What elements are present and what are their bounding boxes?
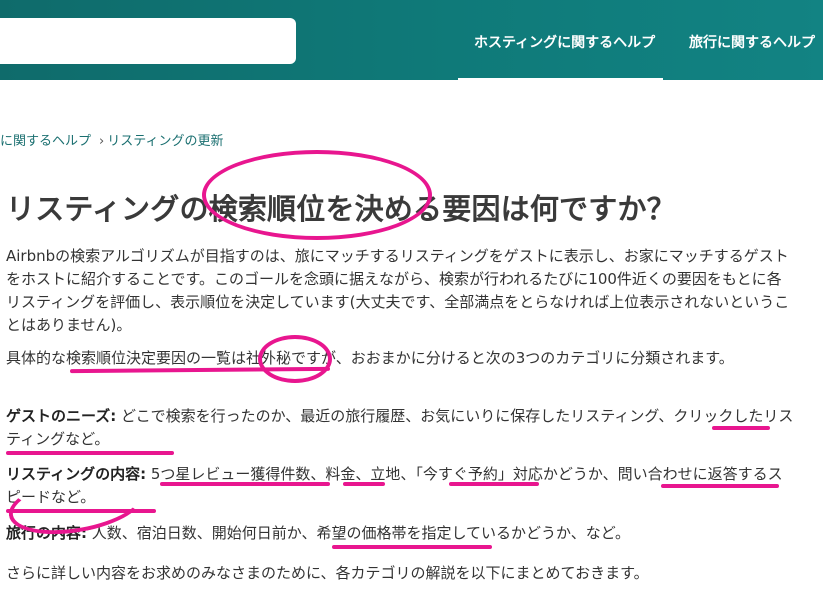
annotation-underline-reviews bbox=[160, 482, 330, 486]
annotation-underline-click-2 bbox=[6, 451, 174, 455]
breadcrumb: に関するヘルプ › リスティングの更新 bbox=[0, 130, 223, 149]
annotation-circle-title bbox=[202, 150, 432, 240]
intro-paragraph: Airbnbの検索アルゴリズムが目指すのは、旅にマッチするリスティングをゲストに… bbox=[6, 247, 790, 334]
chevron-right-icon: › bbox=[99, 134, 105, 149]
annotation-circle-confidential bbox=[258, 335, 332, 383]
guest-needs-label: ゲストのニーズ: bbox=[6, 407, 117, 425]
annotation-underline-inquiry-1 bbox=[661, 484, 779, 488]
trip-content-text: 人数、宿泊日数、開始何日前か、希望の価格帯を指定しているかどうか、など。 bbox=[87, 524, 630, 542]
breadcrumb-item-listing-update[interactable]: リスティングの更新 bbox=[107, 134, 223, 149]
site-header: ホスティングに関するヘルプ 旅行に関するヘルプ bbox=[0, 0, 823, 81]
trip-content-paragraph: 旅行の内容: 人数、宿泊日数、開始何日前か、希望の価格帯を指定しているかどうか、… bbox=[6, 522, 796, 545]
annotation-underline-click-1 bbox=[712, 426, 770, 430]
categories-intro-paragraph: 具体的な検索順位決定要因の一覧は社外秘ですが、おおまかに分けると次の3つのカテゴ… bbox=[6, 349, 734, 367]
annotation-underline-instant-book bbox=[449, 482, 539, 486]
tab-hosting-help[interactable]: ホスティングに関するヘルプ bbox=[457, 32, 664, 81]
annotation-underline-price-range bbox=[332, 545, 492, 549]
guest-needs-text: どこで検索を行ったのか、最近の旅行履歴、お気にいりに保存したリスティング、クリッ… bbox=[6, 407, 794, 448]
closing-paragraph: さらに詳しい内容をお求めのみなさまのために、各カテゴリの解説を以下にまとめておき… bbox=[6, 564, 649, 582]
breadcrumb-item-help[interactable]: に関するヘルプ bbox=[0, 134, 91, 149]
tab-travel-help[interactable]: 旅行に関するヘルプ bbox=[689, 32, 815, 52]
guest-needs-paragraph: ゲストのニーズ: どこで検索を行ったのか、最近の旅行履歴、お気にいりに保存したリ… bbox=[6, 405, 796, 451]
search-input[interactable] bbox=[0, 18, 296, 64]
annotation-underline-price bbox=[343, 482, 385, 486]
